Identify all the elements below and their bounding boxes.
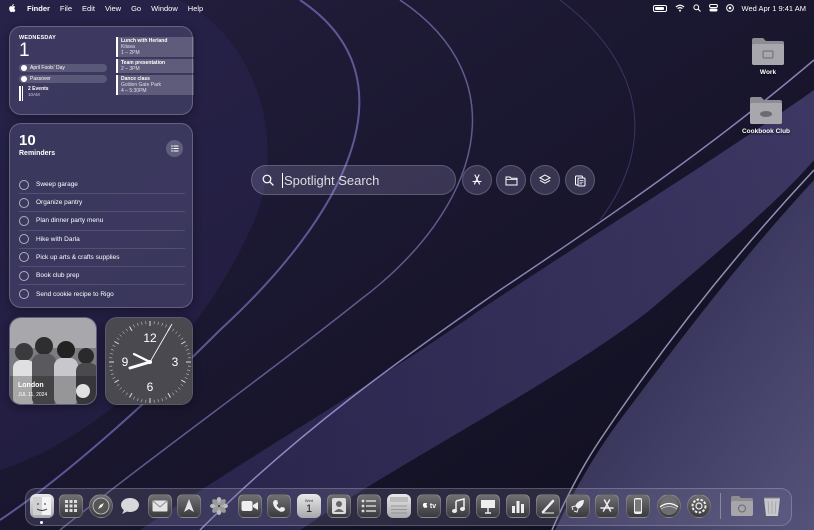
calendar-event[interactable]: Team presentation 2 – 3PM bbox=[116, 59, 194, 73]
reminder-checkbox[interactable] bbox=[19, 215, 29, 226]
clock-numeral: 3 bbox=[172, 355, 179, 369]
photos-widget[interactable]: London JUL 11, 2024 bbox=[9, 317, 97, 405]
menu-clock[interactable]: Wed Apr 1 9:41 AM bbox=[742, 4, 806, 13]
finder-icon[interactable] bbox=[30, 494, 54, 518]
rocket-icon[interactable] bbox=[566, 494, 590, 518]
wifi-icon[interactable] bbox=[675, 4, 685, 12]
all-day-event[interactable]: Passover bbox=[19, 75, 107, 83]
facetime-icon[interactable] bbox=[238, 494, 262, 518]
reminder-checkbox[interactable] bbox=[19, 289, 29, 300]
music-icon[interactable] bbox=[446, 494, 470, 518]
phone-icon[interactable] bbox=[267, 494, 291, 518]
files-button[interactable] bbox=[496, 165, 526, 195]
calendar-event[interactable]: Dance class Golden Gate Park 4 – 5:30PM bbox=[116, 75, 194, 95]
downloads-folder-icon[interactable] bbox=[730, 494, 754, 518]
search-icon bbox=[262, 174, 274, 186]
app-store-icon bbox=[472, 174, 482, 185]
clock-numeral: 9 bbox=[122, 355, 129, 369]
menu-window[interactable]: Window bbox=[151, 4, 178, 13]
mail-icon[interactable] bbox=[148, 494, 172, 518]
spotlight-input[interactable] bbox=[284, 172, 444, 188]
folder-icon bbox=[750, 97, 782, 124]
reminder-item[interactable]: Plan dinner party menu bbox=[19, 212, 185, 231]
more-events-time: 10AM bbox=[28, 92, 40, 97]
menu-view[interactable]: View bbox=[105, 4, 121, 13]
menu-file[interactable]: File bbox=[60, 4, 72, 13]
actions-button[interactable] bbox=[530, 165, 560, 195]
reminders-count: 10 bbox=[19, 132, 36, 149]
calendar-event[interactable]: Lunch with Herland Kitava 1 – 2PM bbox=[116, 37, 194, 57]
control-center-icon[interactable] bbox=[708, 4, 718, 12]
calendar-app-icon[interactable]: Wed 1 bbox=[297, 494, 321, 518]
pages-icon[interactable] bbox=[536, 494, 560, 518]
photo-location: London bbox=[18, 382, 44, 389]
safari-icon[interactable] bbox=[89, 494, 113, 518]
reminders-app-icon[interactable] bbox=[357, 494, 381, 518]
spotlight-menu-icon[interactable] bbox=[692, 4, 701, 12]
menu-bar: Finder File Edit View Go Window Help Wed… bbox=[0, 0, 814, 16]
apps-button[interactable] bbox=[462, 165, 492, 195]
folder-label: Work bbox=[759, 69, 777, 76]
photos-app-icon bbox=[76, 384, 90, 398]
reminder-item[interactable]: Pick up arts & crafts supplies bbox=[19, 249, 185, 267]
tv-icon[interactable]: tv bbox=[417, 494, 441, 518]
clipboard-button[interactable] bbox=[565, 165, 595, 195]
reminder-checkbox[interactable] bbox=[19, 197, 29, 208]
siri-icon[interactable] bbox=[725, 4, 734, 12]
settings-gear-icon[interactable] bbox=[687, 494, 711, 518]
clock-numeral: 6 bbox=[147, 380, 154, 394]
all-day-event[interactable]: April Fools' Day bbox=[19, 64, 107, 72]
trash-icon[interactable] bbox=[760, 494, 784, 518]
reminder-item[interactable]: Sweep garage bbox=[19, 176, 185, 195]
list-icon[interactable] bbox=[166, 140, 183, 157]
spotlight-search-bar[interactable] bbox=[251, 165, 456, 195]
folder-icon bbox=[505, 176, 517, 185]
reminder-checkbox[interactable] bbox=[19, 179, 29, 190]
messages-icon[interactable] bbox=[118, 494, 142, 518]
contacts-icon[interactable] bbox=[327, 494, 351, 518]
folder-icon bbox=[752, 38, 784, 65]
reminder-checkbox[interactable] bbox=[19, 252, 29, 263]
desktop-folder-cookbook-club[interactable]: Cookbook Club bbox=[731, 95, 801, 135]
menu-edit[interactable]: Edit bbox=[82, 4, 95, 13]
photos-icon[interactable] bbox=[207, 494, 231, 518]
photo-date: JUL 11, 2024 bbox=[18, 392, 48, 398]
reminder-checkbox[interactable] bbox=[19, 234, 29, 245]
clipboard-icon bbox=[575, 175, 586, 186]
text-cursor bbox=[282, 172, 283, 188]
reminder-item[interactable]: Send cookie recipe to Rigo bbox=[19, 285, 185, 303]
menu-go[interactable]: Go bbox=[131, 4, 141, 13]
apple-menu-icon[interactable] bbox=[8, 3, 17, 13]
system-settings-icon[interactable] bbox=[657, 494, 681, 518]
reminder-item[interactable]: Organize pantry bbox=[19, 194, 185, 213]
menu-help[interactable]: Help bbox=[188, 4, 203, 13]
iphone-mirroring-icon[interactable] bbox=[626, 494, 650, 518]
reminders-widget[interactable]: 10 Reminders Sweep garage Organize pantr… bbox=[9, 123, 193, 308]
clock-face: 12 3 6 9 bbox=[106, 318, 192, 404]
reminder-item[interactable]: Book club prep bbox=[19, 267, 185, 286]
reminders-title: Reminders bbox=[19, 150, 56, 157]
keynote-icon[interactable] bbox=[476, 494, 500, 518]
menu-app-name[interactable]: Finder bbox=[27, 4, 50, 13]
more-events[interactable]: 2 Events 10AM bbox=[19, 86, 107, 101]
clock-widget[interactable]: 12 3 6 9 bbox=[105, 317, 193, 405]
battery-icon[interactable] bbox=[652, 4, 667, 12]
app-store-icon[interactable] bbox=[595, 494, 619, 518]
desktop-folder-work[interactable]: Work bbox=[733, 36, 803, 76]
notes-icon[interactable] bbox=[387, 494, 411, 518]
folder-label: Cookbook Club bbox=[741, 128, 791, 135]
clock-numeral: 12 bbox=[143, 331, 157, 345]
launchpad-icon[interactable] bbox=[59, 494, 83, 518]
calendar-widget[interactable]: WEDNESDAY 1 April Fools' Day Passover 2 … bbox=[9, 26, 194, 115]
numbers-icon[interactable] bbox=[506, 494, 530, 518]
layers-icon bbox=[539, 174, 551, 184]
maps-icon[interactable] bbox=[177, 494, 201, 518]
reminder-checkbox[interactable] bbox=[19, 270, 29, 281]
reminder-item[interactable]: Hike with Darla bbox=[19, 231, 185, 249]
dock-separator bbox=[720, 493, 721, 519]
running-indicator bbox=[40, 521, 43, 524]
